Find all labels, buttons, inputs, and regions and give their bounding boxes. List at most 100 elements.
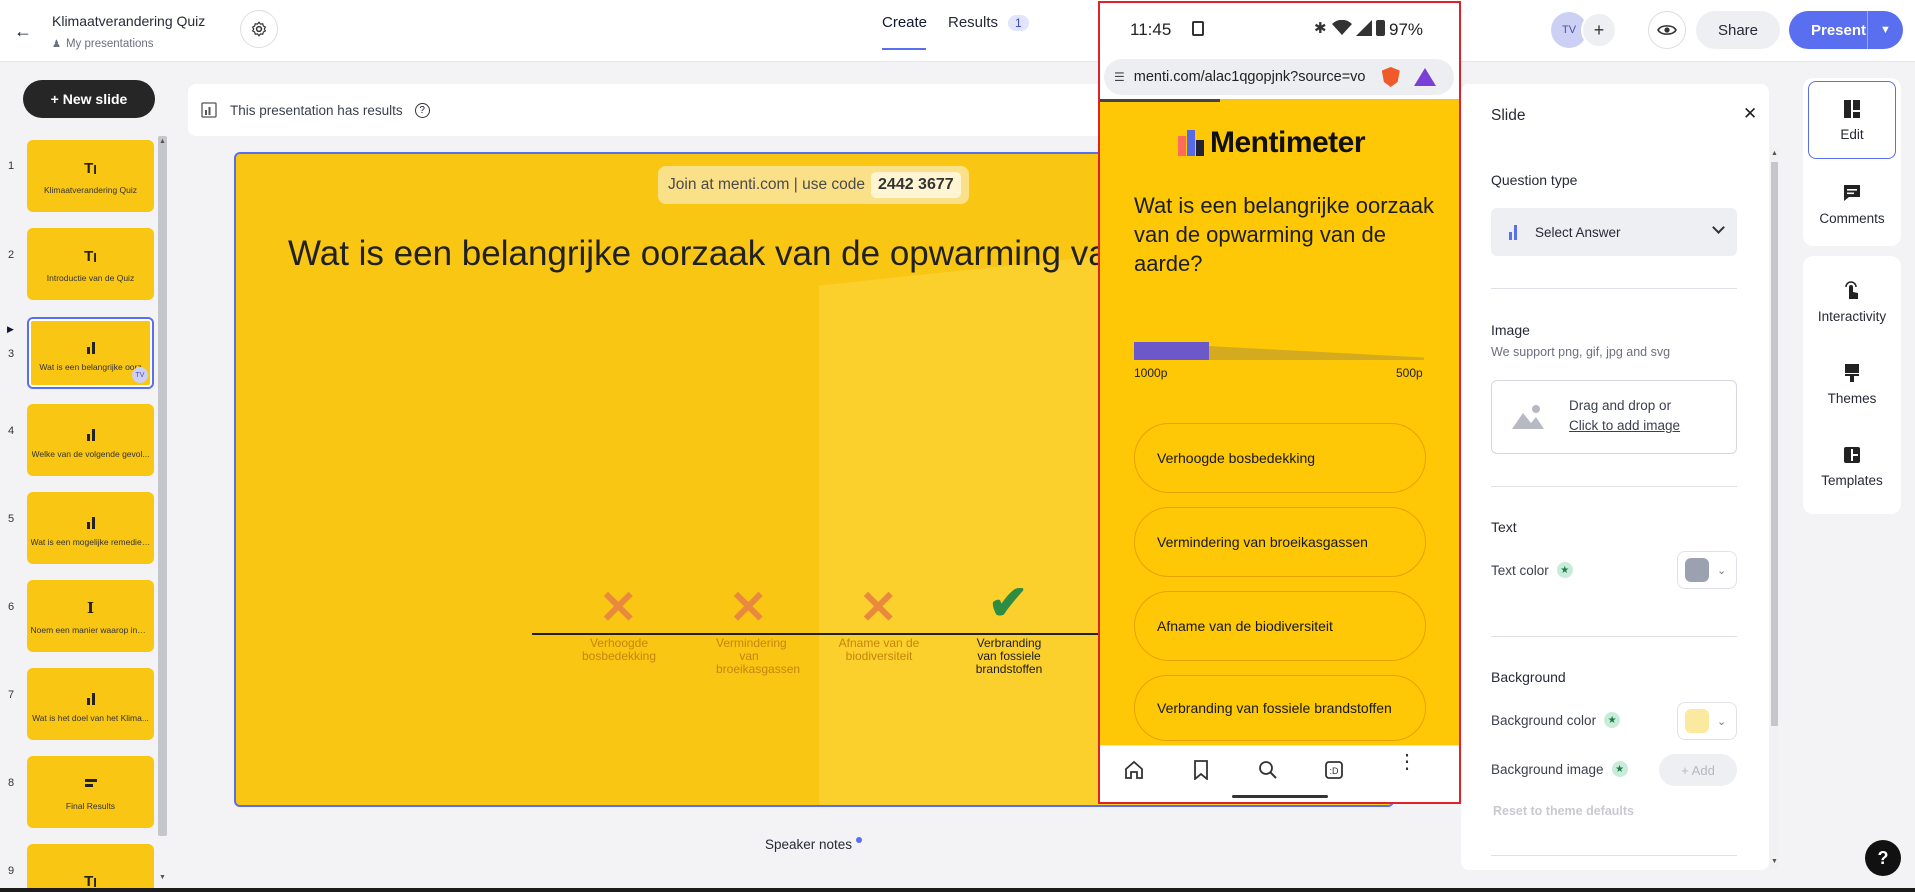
click-to-add-image-link[interactable]: Click to add image — [1569, 418, 1680, 433]
bar-chart-icon — [86, 685, 95, 705]
premium-star-icon: ★ — [1604, 712, 1621, 728]
new-slide-button[interactable]: + New slide — [23, 80, 155, 118]
back-arrow-icon[interactable]: ← — [12, 20, 34, 42]
phone-option-button[interactable]: Afname van de biodiversiteit — [1134, 591, 1426, 661]
slide-thumbnail-1[interactable]: TI Klimaatverandering Quiz — [27, 140, 154, 212]
slide-list-scrollbar[interactable] — [158, 136, 167, 836]
slide-thumbnail-5[interactable]: Wat is een mogelijke remedie ... — [27, 492, 154, 564]
tab-create[interactable]: Create — [882, 14, 927, 50]
svg-text::D: :D — [1330, 766, 1340, 776]
premium-star-icon: ★ — [1556, 562, 1573, 578]
tool-interactivity[interactable]: Interactivity — [1808, 262, 1896, 342]
present-dropdown-chevron-icon[interactable]: ▼ — [1867, 11, 1903, 49]
speaker-notes-button[interactable]: Speaker notes — [765, 837, 863, 852]
points-timer-fill — [1134, 342, 1209, 360]
browser-url[interactable]: menti.com/alac1qgopjnk?source=vo — [1134, 69, 1374, 85]
brave-shield-icon[interactable] — [1381, 67, 1400, 87]
slide-thumbnail-7[interactable]: Wat is het doel van het Klima... — [27, 668, 154, 740]
help-circle-icon[interactable]: ? — [414, 102, 430, 118]
home-icon[interactable] — [1124, 760, 1144, 780]
points-min-label: 500p — [1396, 366, 1423, 380]
slide-thumbnail-title: Introductie van de Quiz — [46, 273, 135, 283]
phone-option-button[interactable]: Verhoogde bosbedekking — [1134, 423, 1426, 493]
tab-create-label: Create — [882, 14, 928, 31]
battery-icon — [1376, 20, 1385, 36]
slide-thumbnail-9[interactable]: TI — [27, 844, 154, 892]
share-button[interactable]: Share — [1696, 11, 1780, 49]
image-drop-zone[interactable]: Drag and drop or Click to add image — [1491, 380, 1737, 454]
site-settings-icon[interactable]: ☰ — [1114, 70, 1125, 84]
text-color-label: Text color — [1491, 562, 1549, 578]
bar-chart-icon — [86, 509, 95, 529]
slide-thumbnail-2[interactable]: TI Introductie van de Quiz — [27, 228, 154, 300]
search-icon[interactable] — [1258, 760, 1278, 780]
person-icon: ♟ — [52, 38, 61, 50]
slide-number: 8 — [8, 777, 15, 789]
tabs-icon[interactable]: :D — [1324, 760, 1344, 780]
tool-edit[interactable]: Edit — [1808, 81, 1896, 159]
gesture-handle — [1232, 795, 1328, 798]
question-type-select[interactable]: Select Answer — [1491, 208, 1737, 256]
slide-thumbnail-8[interactable]: Final Results — [27, 756, 154, 828]
results-banner-text: This presentation has results — [230, 102, 403, 118]
slide-thumbnail-6[interactable]: I Noem een manier waarop indi... — [27, 580, 154, 652]
bg-color-swatch — [1685, 709, 1709, 733]
mentimeter-logo-icon — [1178, 130, 1204, 156]
results-chart-icon — [201, 102, 217, 118]
browser-url-bar[interactable]: ☰ menti.com/alac1qgopjnk?source=vo — [1104, 59, 1454, 95]
slide-thumbnail-title: Final Results — [65, 801, 116, 811]
open-ended-icon: I — [86, 599, 95, 617]
slide-thumbnail-3[interactable]: Wat is een belangrijke oorz TV — [27, 317, 154, 389]
add-collaborator-button[interactable]: + — [1581, 12, 1617, 48]
breadcrumb[interactable]: ♟ My presentations — [52, 38, 154, 50]
tool-comments[interactable]: Comments — [1808, 164, 1896, 244]
panel-scrollbar-thumb[interactable] — [1771, 162, 1778, 726]
scroll-down-arrow-icon[interactable]: ▼ — [159, 874, 166, 881]
phone-question: Wat is een belangrijke oorzaak van de op… — [1134, 193, 1435, 276]
bluetooth-icon: ✱ — [1314, 20, 1327, 37]
scroll-up-arrow-icon[interactable]: ▲ — [1771, 150, 1778, 157]
help-button[interactable]: ? — [1865, 840, 1901, 876]
image-placeholder-icon — [1512, 405, 1544, 429]
phone-option-button[interactable]: Vermindering van broeikasgassen — [1134, 507, 1426, 577]
divider — [1491, 486, 1737, 487]
slide-number: 9 — [8, 865, 15, 877]
scroll-down-arrow-icon[interactable]: ▼ — [1771, 858, 1778, 865]
slide-number: 3 — [8, 348, 15, 360]
tab-create-underline — [882, 48, 926, 50]
close-panel-icon[interactable]: ✕ — [1743, 104, 1757, 124]
brave-rewards-icon[interactable] — [1413, 68, 1436, 86]
drop-text: Drag and drop or — [1569, 398, 1672, 413]
bookmark-icon[interactable] — [1193, 760, 1209, 780]
settings-gear-button[interactable] — [240, 10, 278, 48]
slide-number: 4 — [8, 425, 15, 437]
chart-option-label: Verbranding van fossiele brandstoffen — [975, 636, 1043, 676]
bottom-edge — [0, 888, 1915, 892]
add-bg-image-button[interactable]: + Add — [1659, 754, 1737, 786]
join-text: Join at menti.com | use code — [668, 176, 866, 193]
presentation-title[interactable]: Klimaatverandering Quiz — [52, 13, 205, 29]
tab-results[interactable]: Results 1 — [948, 14, 1029, 31]
present-button[interactable]: Present ▼ — [1789, 11, 1903, 49]
slide-thumbnail-title: Welke van de volgende gevol... — [31, 449, 150, 459]
bg-color-label: Background color — [1491, 712, 1597, 728]
tool-templates[interactable]: Templates — [1808, 426, 1896, 506]
add-bg-image-label: + Add — [1681, 762, 1715, 778]
present-label: Present — [1811, 21, 1867, 39]
scroll-up-arrow-icon[interactable]: ▲ — [159, 138, 166, 145]
slide-thumbnail-4[interactable]: Welke van de volgende gevol... — [27, 404, 154, 476]
interactivity-icon — [1845, 280, 1858, 299]
slide-settings-panel — [1461, 84, 1769, 870]
phone-time: 11:45 — [1130, 20, 1172, 39]
thumbnail-avatar: TV — [132, 367, 148, 383]
tool-themes[interactable]: Themes — [1808, 344, 1896, 424]
preview-button[interactable] — [1648, 11, 1686, 49]
slide-number: 7 — [8, 689, 15, 701]
divider — [1491, 855, 1737, 856]
divider — [1491, 288, 1737, 289]
more-menu-icon[interactable]: ⋮ — [1397, 752, 1417, 772]
phone-option-button[interactable]: Verbranding van fossiele brandstoffen — [1134, 675, 1426, 741]
bg-color-picker[interactable]: ⌄ — [1677, 702, 1737, 740]
reset-theme-defaults-link[interactable]: Reset to theme defaults — [1493, 804, 1634, 818]
text-color-picker[interactable]: ⌄ — [1677, 551, 1737, 589]
